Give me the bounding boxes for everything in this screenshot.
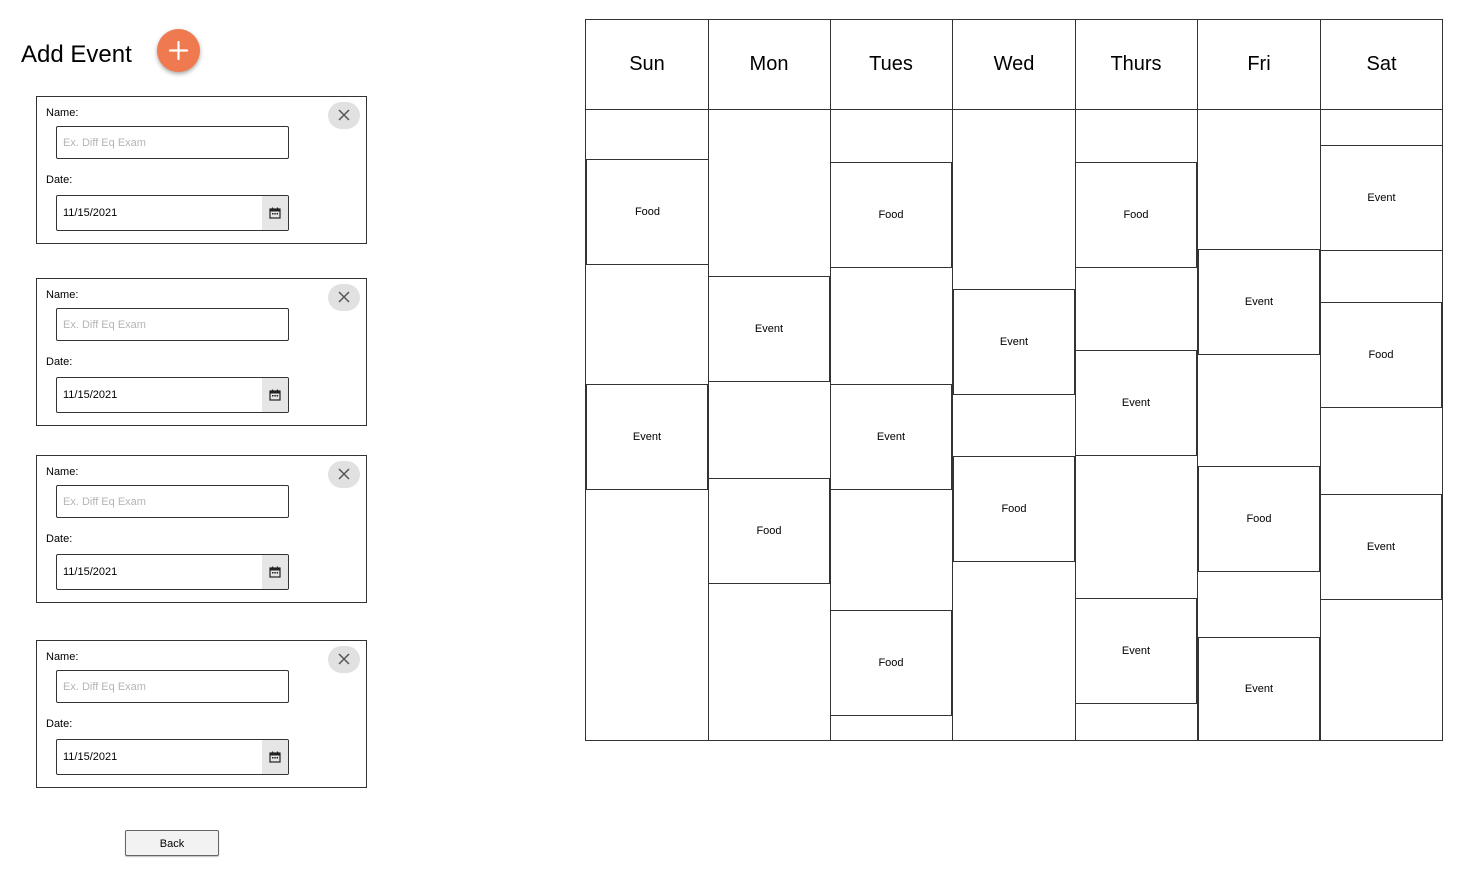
calendar-picker-button[interactable] (262, 196, 288, 230)
calendar-block[interactable]: Event (1075, 598, 1197, 704)
day-column-sun: Sun Food Event (586, 20, 709, 740)
remove-event-button[interactable] (328, 646, 360, 673)
name-label: Name: (46, 289, 79, 301)
calendar-block[interactable]: Food (1320, 302, 1442, 408)
calendar-icon (269, 207, 281, 219)
event-card: Name: Date: 11/15/2021 (36, 640, 367, 788)
page-title: Add Event (21, 41, 132, 68)
event-card: Name: Date: 11/15/2021 (36, 278, 367, 426)
calendar-block[interactable]: Food (830, 162, 952, 268)
calendar-block[interactable]: Food (1075, 162, 1197, 268)
date-value: 11/15/2021 (63, 751, 118, 763)
name-label: Name: (46, 651, 79, 663)
calendar-block[interactable]: Food (586, 159, 709, 265)
day-header: Tues (830, 20, 952, 110)
calendar-picker-button[interactable] (262, 378, 288, 412)
day-header: Sun (586, 20, 708, 110)
date-label: Date: (46, 174, 73, 186)
day-column-fri: Fri Event Food Event (1198, 20, 1321, 741)
day-column-tues: Tues Food Event Food (830, 20, 953, 740)
event-name-input[interactable] (56, 308, 289, 341)
day-column-sat: Sat Event Food Event (1320, 20, 1443, 740)
calendar-block[interactable]: Event (1198, 637, 1320, 741)
calendar-block[interactable]: Food (1198, 466, 1320, 572)
day-column-mon: Mon Event Food (708, 20, 831, 740)
calendar-block[interactable]: Event (1320, 145, 1443, 251)
back-button[interactable]: Back (125, 830, 219, 856)
calendar-picker-button[interactable] (262, 555, 288, 589)
day-header: Sat (1320, 20, 1443, 110)
date-value: 11/15/2021 (63, 207, 118, 219)
remove-event-button[interactable] (328, 102, 360, 129)
day-column-thurs: Thurs Food Event Event (1075, 20, 1198, 740)
remove-event-button[interactable] (328, 461, 360, 488)
day-header: Wed (953, 20, 1075, 110)
event-date-field[interactable]: 11/15/2021 (56, 554, 289, 590)
name-label: Name: (46, 466, 79, 478)
name-label: Name: (46, 107, 79, 119)
close-icon (338, 109, 350, 121)
week-calendar: Sun Food Event Mon Event Food Tues Food … (585, 19, 1443, 741)
event-name-input[interactable] (56, 126, 289, 159)
day-header: Fri (1198, 20, 1320, 110)
calendar-block[interactable]: Event (1075, 350, 1197, 456)
calendar-block[interactable]: Event (830, 384, 952, 490)
add-event-button[interactable] (157, 29, 200, 72)
calendar-icon (269, 389, 281, 401)
remove-event-button[interactable] (328, 284, 360, 311)
date-label: Date: (46, 533, 73, 545)
calendar-block[interactable]: Event (953, 289, 1075, 395)
calendar-block[interactable]: Event (586, 384, 708, 490)
date-label: Date: (46, 356, 73, 368)
calendar-block[interactable]: Event (1198, 249, 1320, 355)
calendar-block[interactable]: Event (708, 276, 830, 382)
calendar-block[interactable]: Food (830, 610, 952, 716)
event-name-input[interactable] (56, 485, 289, 518)
close-icon (338, 653, 350, 665)
day-header: Thurs (1075, 20, 1197, 110)
event-date-field[interactable]: 11/15/2021 (56, 377, 289, 413)
close-icon (338, 468, 350, 480)
event-card: Name: Date: 11/15/2021 (36, 455, 367, 603)
event-date-field[interactable]: 11/15/2021 (56, 195, 289, 231)
date-label: Date: (46, 718, 73, 730)
calendar-icon (269, 566, 281, 578)
event-date-field[interactable]: 11/15/2021 (56, 739, 289, 775)
calendar-block[interactable]: Event (1320, 494, 1442, 600)
day-column-wed: Wed Event Food (953, 20, 1076, 740)
calendar-block[interactable]: Food (953, 456, 1075, 562)
plus-icon (168, 40, 189, 61)
date-value: 11/15/2021 (63, 566, 118, 578)
calendar-picker-button[interactable] (262, 740, 288, 774)
day-header: Mon (708, 20, 830, 110)
event-name-input[interactable] (56, 670, 289, 703)
calendar-block[interactable]: Food (708, 478, 830, 584)
calendar-icon (269, 751, 281, 763)
event-card: Name: Date: 11/15/2021 (36, 96, 367, 244)
close-icon (338, 291, 350, 303)
date-value: 11/15/2021 (63, 389, 118, 401)
